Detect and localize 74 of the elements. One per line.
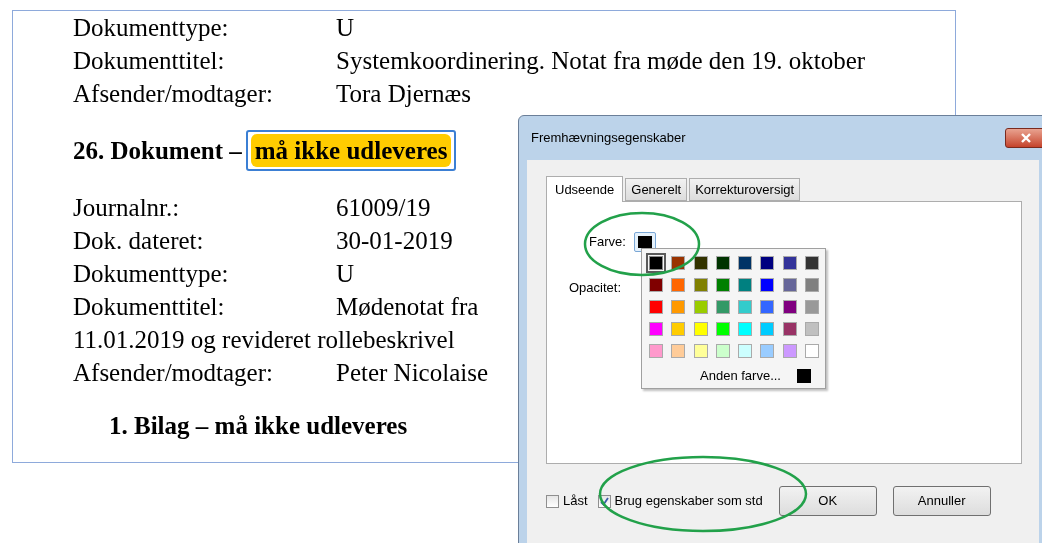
color-swatch[interactable] — [804, 300, 819, 314]
field-label: Dokumenttype: — [73, 259, 230, 289]
color-swatch[interactable] — [782, 322, 797, 336]
field-value: Peter Nicolaise — [336, 358, 489, 388]
color-swatch[interactable] — [715, 256, 730, 270]
color-swatch[interactable] — [804, 322, 819, 336]
color-swatch[interactable] — [693, 300, 708, 314]
close-icon — [1020, 133, 1032, 143]
color-swatch[interactable] — [671, 300, 686, 314]
color-swatch[interactable] — [671, 344, 686, 358]
field-value: 11.01.2019 og revideret rollebeskrivel — [73, 325, 455, 355]
color-swatch[interactable] — [782, 278, 797, 292]
color-swatch[interactable] — [671, 322, 686, 336]
checkmark-icon — [599, 496, 609, 506]
color-swatch[interactable] — [649, 344, 663, 358]
field-label: Dok. dateret: — [73, 226, 205, 256]
color-label: Farve: — [589, 233, 626, 252]
color-swatch[interactable] — [760, 344, 775, 358]
window-title: Fremhævningsegenskaber — [531, 129, 686, 148]
color-swatch[interactable] — [649, 300, 663, 314]
color-swatch[interactable] — [693, 256, 708, 270]
opacity-label: Opacitet: — [569, 279, 622, 297]
color-swatch[interactable] — [693, 344, 708, 358]
field-label: Journalnr.: — [73, 193, 181, 223]
field-label: Afsender/modtager: — [73, 358, 274, 388]
color-swatch[interactable] — [715, 344, 730, 358]
checkbox-label: Brug egenskaber som std — [614, 492, 763, 511]
color-swatch[interactable] — [804, 256, 819, 270]
field-value: Tora Djernæs — [336, 79, 472, 109]
color-swatch[interactable] — [782, 300, 797, 314]
tab[interactable]: Generelt — [625, 178, 688, 201]
color-swatch[interactable] — [693, 322, 708, 336]
color-swatch[interactable] — [715, 300, 730, 314]
field-value: Mødenotat fra — [336, 292, 479, 322]
checkbox-label: Låst — [563, 492, 588, 511]
color-swatch[interactable] — [715, 278, 730, 292]
color-swatch[interactable] — [649, 322, 663, 336]
field-value: U — [336, 259, 355, 289]
tab[interactable]: Udseende — [546, 176, 624, 202]
field-label: Dokumenttype: — [73, 13, 230, 43]
document-subheading: 1. Bilag – må ikke udleveres — [109, 411, 409, 441]
dialog-button[interactable]: OK — [778, 486, 877, 516]
field-label: Dokumenttitel: — [73, 46, 226, 76]
close-button[interactable] — [1005, 128, 1042, 148]
color-swatch[interactable] — [671, 278, 686, 292]
color-swatch[interactable] — [738, 256, 752, 270]
field-value: U — [336, 13, 355, 43]
checkbox[interactable] — [546, 494, 559, 508]
color-swatch[interactable] — [760, 322, 775, 336]
color-swatch[interactable] — [715, 322, 730, 336]
color-swatch[interactable] — [782, 344, 797, 358]
field-value: 61009/19 — [336, 193, 431, 223]
dialog-button[interactable]: Annuller — [892, 486, 991, 516]
color-swatch[interactable] — [738, 322, 752, 336]
color-swatch[interactable] — [804, 344, 819, 358]
color-swatch[interactable] — [760, 278, 775, 292]
field-value: 30-01-2019 — [336, 226, 453, 256]
color-swatch[interactable] — [804, 278, 819, 292]
tab[interactable]: Korrekturoversigt — [689, 178, 801, 201]
color-swatch[interactable] — [738, 278, 752, 292]
color-swatch[interactable] — [782, 256, 797, 270]
color-swatch[interactable] — [693, 278, 708, 292]
field-label: Dokumenttitel: — [73, 292, 226, 322]
document-heading: 26. Dokument – — [73, 136, 242, 166]
color-swatch[interactable] — [738, 300, 752, 314]
color-swatch[interactable] — [649, 256, 663, 270]
color-swatch[interactable] — [760, 300, 775, 314]
field-value: Systemkoordinering. Notat fra møde den 19. oktober — [336, 46, 866, 76]
highlighted-text[interactable]: må ikke udleveres — [245, 130, 457, 171]
more-colors-button[interactable]: Anden farve... — [700, 366, 781, 386]
color-swatch[interactable] — [649, 278, 663, 292]
color-swatch[interactable] — [760, 256, 775, 270]
field-label: Afsender/modtager: — [73, 79, 274, 109]
color-swatch[interactable] — [738, 344, 752, 358]
